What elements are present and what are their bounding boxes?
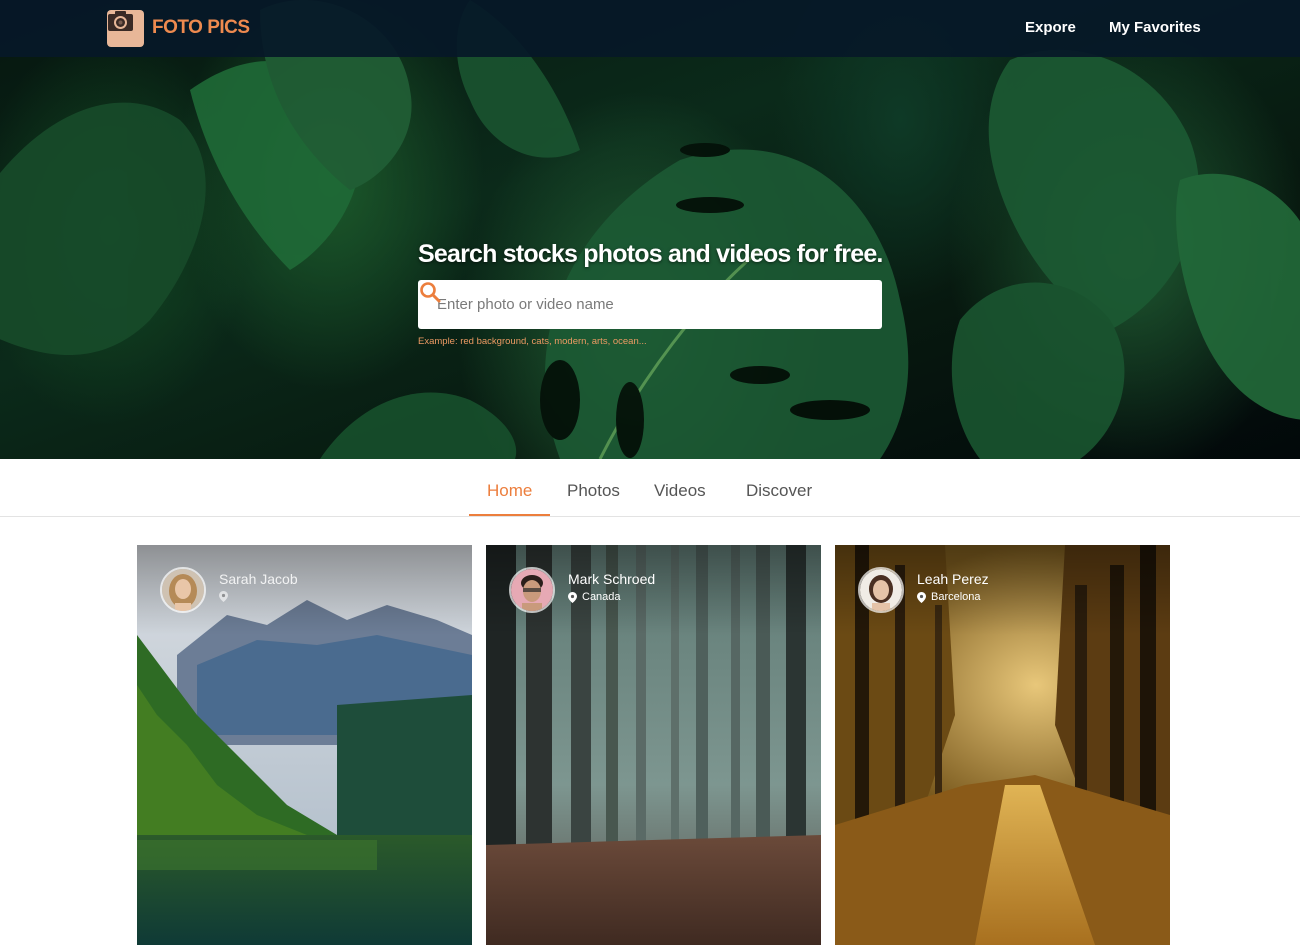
author-location-label: Canada bbox=[582, 591, 621, 603]
active-tab-indicator bbox=[469, 514, 550, 516]
top-navbar: FOTO PICS Expore My Favorites bbox=[0, 0, 1300, 57]
location-pin-icon bbox=[568, 591, 577, 603]
hero-banner: FOTO PICS Expore My Favorites Search sto… bbox=[0, 0, 1300, 459]
tab-home[interactable]: Home bbox=[487, 481, 532, 501]
author-name[interactable]: Sarah Jacob bbox=[219, 571, 298, 587]
author-location-label: Barcelona bbox=[931, 591, 981, 603]
search-input[interactable] bbox=[418, 280, 828, 329]
hero-title: Search stocks photos and videos for free… bbox=[418, 240, 883, 268]
avatar[interactable] bbox=[160, 567, 206, 613]
camera-icon bbox=[108, 11, 133, 31]
avatar[interactable] bbox=[858, 567, 904, 613]
photo-card[interactable]: Mark Schroed Canada bbox=[486, 545, 821, 945]
avatar[interactable] bbox=[509, 567, 555, 613]
author-location: Barcelona bbox=[917, 591, 981, 603]
search-example-text: Example: red background, cats, modern, a… bbox=[418, 336, 647, 347]
nav-explore[interactable]: Expore bbox=[1025, 19, 1076, 36]
tab-discover[interactable]: Discover bbox=[746, 481, 812, 501]
avatar-image bbox=[860, 569, 902, 611]
author-name[interactable]: Leah Perez bbox=[917, 571, 989, 587]
category-tabs: Home Photos Videos Discover bbox=[0, 459, 1300, 517]
avatar-image bbox=[162, 569, 204, 611]
logo[interactable] bbox=[107, 10, 144, 47]
search-box bbox=[418, 280, 882, 329]
hero-background-leaves bbox=[0, 0, 1300, 459]
photo-card[interactable]: Leah Perez Barcelona bbox=[835, 545, 1170, 945]
author-location bbox=[219, 591, 233, 602]
avatar-image bbox=[511, 569, 553, 611]
location-pin-icon bbox=[219, 591, 228, 602]
logo-text[interactable]: FOTO PICS bbox=[152, 17, 250, 39]
photo-card[interactable]: Sarah Jacob bbox=[137, 545, 472, 945]
nav-my-favorites[interactable]: My Favorites bbox=[1109, 19, 1201, 36]
author-name[interactable]: Mark Schroed bbox=[568, 571, 655, 587]
tab-photos[interactable]: Photos bbox=[567, 481, 620, 501]
author-location: Canada bbox=[568, 591, 621, 603]
search-icon[interactable] bbox=[418, 280, 442, 304]
tab-videos[interactable]: Videos bbox=[654, 481, 706, 501]
location-pin-icon bbox=[917, 591, 926, 603]
